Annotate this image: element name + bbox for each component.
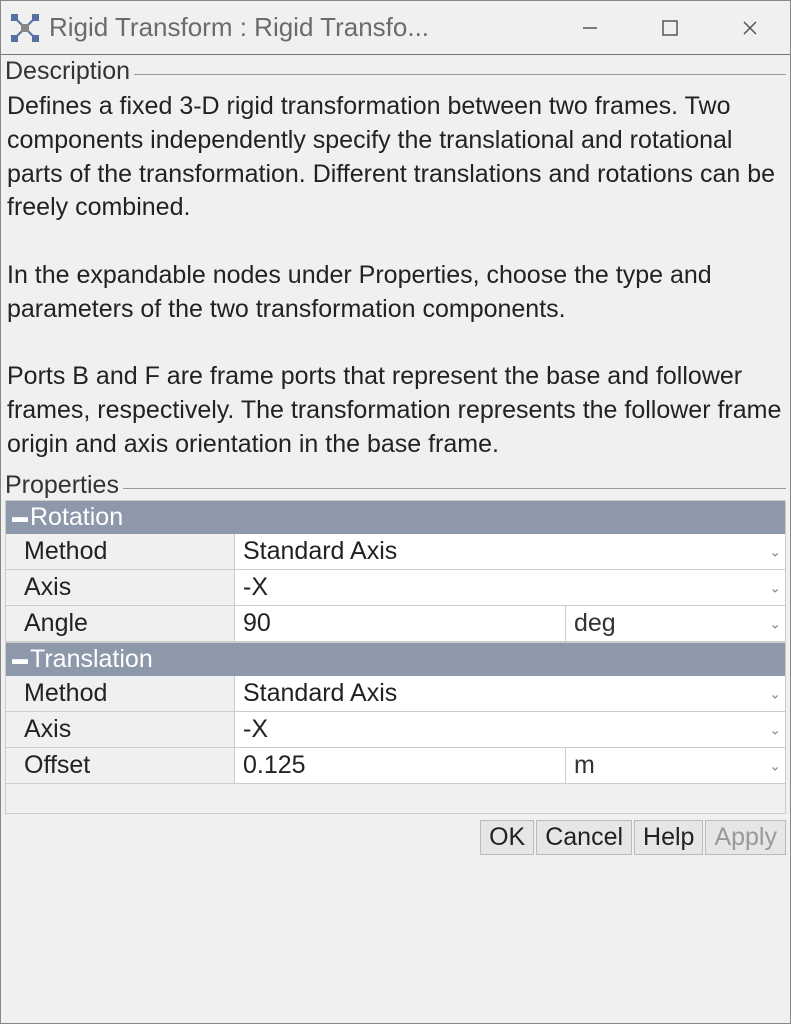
translation-group-header[interactable]: ▬ Translation	[5, 642, 786, 676]
close-button[interactable]	[710, 1, 790, 54]
app-icon	[7, 10, 43, 46]
translation-method-dropdown[interactable]: Standard Axis ⌄	[235, 676, 786, 712]
maximize-button[interactable]	[630, 1, 710, 54]
properties-label: Properties	[5, 471, 119, 500]
dialog-window: Rigid Transform : Rigid Transfo... Descr…	[0, 0, 791, 1024]
collapse-icon: ▬	[12, 511, 26, 525]
translation-method-label: Method	[5, 676, 235, 712]
translation-axis-label: Axis	[5, 712, 235, 748]
apply-button[interactable]: Apply	[705, 820, 786, 855]
divider	[134, 74, 786, 75]
rotation-method-label: Method	[5, 534, 235, 570]
description-text: Defines a fixed 3-D rigid transformation…	[1, 86, 790, 469]
rotation-axis-label: Axis	[5, 570, 235, 606]
translation-offset-input[interactable]: 0.125	[235, 748, 565, 783]
rotation-angle-label: Angle	[5, 606, 235, 642]
empty-row	[5, 784, 786, 814]
translation-offset-label: Offset	[5, 748, 235, 784]
rotation-angle-unit: deg	[574, 609, 616, 638]
minimize-button[interactable]	[550, 1, 630, 54]
rotation-angle-unit-dropdown[interactable]: deg ⌄	[565, 606, 785, 641]
window-title: Rigid Transform : Rigid Transfo...	[49, 12, 550, 43]
rotation-angle-cell: 90 deg ⌄	[235, 606, 786, 642]
rotation-method-value: Standard Axis	[235, 534, 785, 569]
rotation-axis-value: -X	[235, 570, 785, 605]
chevron-down-icon: ⌄	[769, 757, 781, 774]
chevron-down-icon: ⌄	[769, 615, 781, 632]
rotation-group-header[interactable]: ▬ Rotation	[5, 500, 786, 534]
translation-offset-unit: m	[574, 751, 595, 780]
properties-panel: ▬ Rotation Method Standard Axis ⌄ Axis -…	[5, 500, 786, 814]
help-button[interactable]: Help	[634, 820, 703, 855]
rotation-angle-input[interactable]: 90	[235, 606, 565, 641]
properties-header: Properties	[1, 469, 790, 500]
description-header: Description	[1, 55, 790, 86]
rotation-angle-row: Angle 90 deg ⌄	[5, 606, 786, 642]
divider	[123, 488, 786, 489]
button-bar: OK Cancel Help Apply	[1, 814, 790, 861]
translation-method-row: Method Standard Axis ⌄	[5, 676, 786, 712]
translation-offset-unit-dropdown[interactable]: m ⌄	[565, 748, 785, 783]
translation-method-value: Standard Axis	[235, 676, 785, 711]
translation-axis-row: Axis -X ⌄	[5, 712, 786, 748]
translation-axis-dropdown[interactable]: -X ⌄	[235, 712, 786, 748]
rotation-method-dropdown[interactable]: Standard Axis ⌄	[235, 534, 786, 570]
rotation-header-label: Rotation	[30, 503, 123, 532]
translation-header-label: Translation	[30, 645, 153, 674]
collapse-icon: ▬	[12, 653, 26, 667]
translation-offset-row: Offset 0.125 m ⌄	[5, 748, 786, 784]
window-controls	[550, 1, 790, 54]
rotation-method-row: Method Standard Axis ⌄	[5, 534, 786, 570]
titlebar: Rigid Transform : Rigid Transfo...	[1, 1, 790, 55]
translation-axis-value: -X	[235, 712, 785, 747]
description-label: Description	[5, 57, 130, 86]
rotation-axis-row: Axis -X ⌄	[5, 570, 786, 606]
content-area: Description Defines a fixed 3-D rigid tr…	[1, 55, 790, 1023]
translation-offset-cell: 0.125 m ⌄	[235, 748, 786, 784]
cancel-button[interactable]: Cancel	[536, 820, 632, 855]
rotation-axis-dropdown[interactable]: -X ⌄	[235, 570, 786, 606]
ok-button[interactable]: OK	[480, 820, 534, 855]
